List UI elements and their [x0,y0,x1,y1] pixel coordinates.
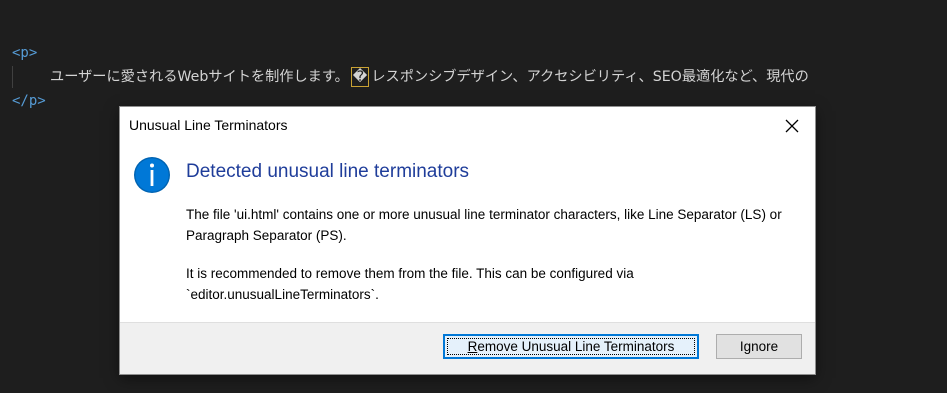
close-p-tag: </p> [12,93,46,109]
indent-guide [12,66,13,88]
dialog-footer: Remove Unusual Line Terminators Ignore [120,322,815,374]
ignore-button[interactable]: Ignore [716,334,802,359]
dialog-title: Unusual Line Terminators [129,117,288,133]
info-icon [134,157,170,193]
remove-button-label: emove Unusual Line Terminators [477,339,675,354]
remove-button-accel: R [467,339,478,354]
unusual-line-terminators-dialog: Unusual Line Terminators Detected unusua… [120,107,815,374]
paragraph-text-line: ユーザーに愛されるWebサイトを制作します。 � レスポンシブデザイン、アクセシビリ… [50,65,809,89]
content-paragraph-1: The file 'ui.html' contains one or more … [186,207,782,243]
close-button[interactable] [775,111,809,141]
unusual-line-terminator-char: � [350,67,370,87]
close-icon [785,119,799,133]
content-paragraph-2: It is recommended to remove them from th… [186,266,634,302]
text-after-char: レスポンシブデザイン、アクセシビリティ、SEO最適化など、現代の [371,69,809,85]
dialog-titlebar: Unusual Line Terminators [120,107,815,143]
open-p-tag: <p> [12,45,38,61]
text-before-char: ユーザーに愛されるWebサイトを制作します。 [50,69,349,85]
main-instruction: Detected unusual line terminators [186,161,470,182]
remove-unusual-line-terminators-button[interactable]: Remove Unusual Line Terminators [443,334,699,359]
